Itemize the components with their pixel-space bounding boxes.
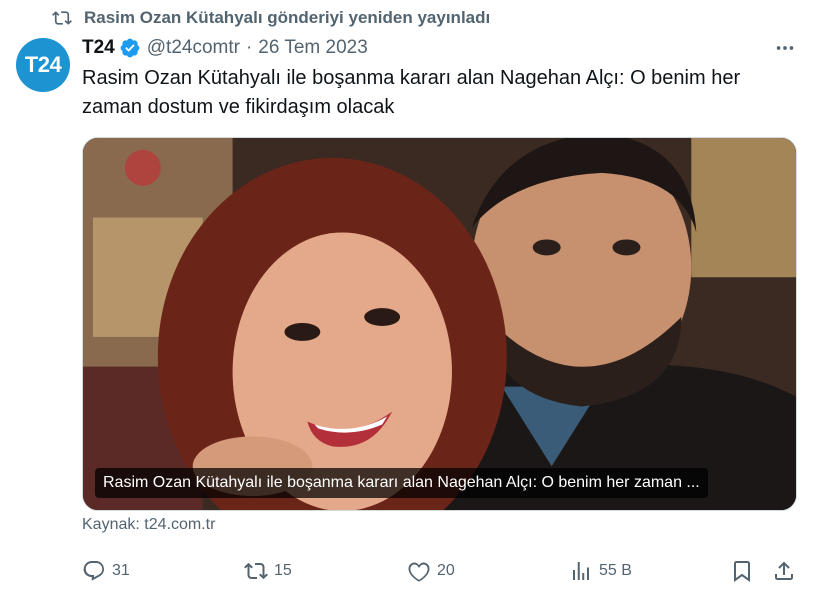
tweet-date[interactable]: 26 Tem 2023 — [258, 37, 368, 59]
share-icon — [775, 561, 793, 580]
verified-badge-icon[interactable] — [119, 37, 141, 59]
bookmark-icon — [734, 561, 750, 582]
avatar-text: T24 — [24, 52, 62, 77]
action-bar: 31 15 20 55 B — [82, 556, 798, 586]
repost-count: 15 — [274, 562, 292, 579]
separator-dot: · — [245, 37, 253, 58]
retweet-indicator[interactable]: Rasim Ozan Kütahyalı gönderiyi yeniden y… — [52, 6, 490, 30]
bookmark-button[interactable] — [730, 556, 760, 586]
link-card-media[interactable]: Rasim Ozan Kütahyalı ile boşanma kararı … — [82, 137, 797, 511]
card-caption: Rasim Ozan Kütahyalı ile boşanma kararı … — [95, 468, 708, 498]
repost-icon — [244, 562, 268, 580]
retweet-label: Rasim Ozan Kütahyalı gönderiyi yeniden y… — [84, 8, 491, 27]
photo-image — [83, 138, 796, 510]
tweet-header: T24 @t24comtr · 26 Tem 2023 — [82, 34, 368, 62]
more-options-button[interactable] — [772, 38, 798, 58]
views-count: 55 B — [599, 562, 632, 579]
like-count: 20 — [437, 562, 455, 579]
card-source[interactable]: Kaynak: t24.com.tr — [82, 516, 215, 534]
avatar[interactable]: T24 — [16, 38, 70, 92]
retweet-icon — [52, 11, 72, 25]
reply-icon — [83, 561, 104, 581]
more-icon — [776, 46, 794, 50]
views-button[interactable]: 55 B — [569, 556, 632, 586]
heart-icon — [408, 562, 430, 582]
like-button[interactable]: 20 — [407, 556, 455, 586]
reply-count: 31 — [112, 562, 130, 579]
share-button[interactable] — [772, 556, 802, 586]
tweet-text: Rasim Ozan Kütahyalı ile boşanma kararı … — [82, 67, 741, 118]
author-name[interactable]: T24 — [82, 37, 115, 59]
reply-button[interactable]: 31 — [82, 556, 130, 586]
author-handle[interactable]: @t24comtr — [147, 37, 240, 59]
views-icon — [573, 562, 589, 580]
repost-button[interactable]: 15 — [244, 556, 292, 586]
